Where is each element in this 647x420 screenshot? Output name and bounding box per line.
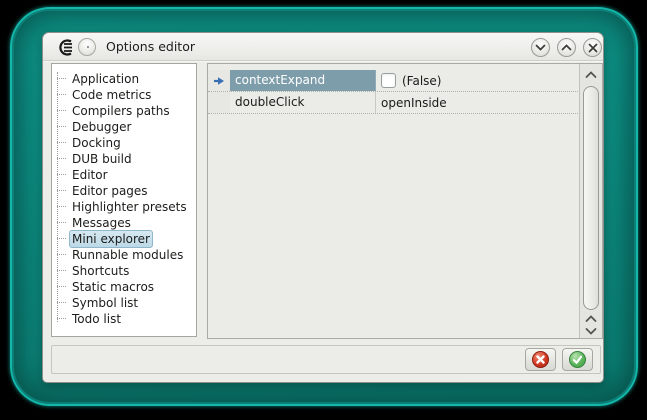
property-grid-rows: contextExpand (False) doubleClick openIn… xyxy=(208,70,578,114)
sidebar-item-static-macros[interactable]: Static macros xyxy=(52,278,196,294)
options-editor-window: Options editor Application xyxy=(42,32,604,383)
tree-branch xyxy=(57,126,66,127)
scrollbar-up-button[interactable] xyxy=(580,69,602,81)
property-name-cell[interactable]: doubleClick xyxy=(230,92,376,113)
property-row-doubleclick[interactable]: doubleClick openInside xyxy=(208,92,578,114)
tree-branch xyxy=(57,110,66,111)
splitter[interactable] xyxy=(197,63,207,337)
cancel-button[interactable] xyxy=(525,348,556,371)
chevron-up-icon xyxy=(561,44,572,51)
chevron-down-icon xyxy=(585,327,597,335)
tree-branch xyxy=(57,286,66,287)
cancel-icon xyxy=(532,351,549,368)
tree-branch xyxy=(57,318,66,319)
tree-branch xyxy=(57,190,66,191)
rollup-button[interactable] xyxy=(557,38,576,57)
tree-branch xyxy=(57,270,66,271)
sidebar-item-symbol-list[interactable]: Symbol list xyxy=(52,294,196,310)
row-marker-arrow-icon xyxy=(213,76,225,86)
sidebar-item-compilers-paths[interactable]: Compilers paths xyxy=(52,102,196,118)
sidebar-item-runnable-modules[interactable]: Runnable modules xyxy=(52,246,196,262)
close-button[interactable] xyxy=(583,38,602,57)
chevron-down-icon xyxy=(535,44,546,51)
coedit-logo-icon xyxy=(55,39,77,56)
grid-scrollbar[interactable] xyxy=(579,64,602,338)
scrollbar-up-button-bottom[interactable] xyxy=(580,313,602,325)
sidebar-item-editor-pages[interactable]: Editor pages xyxy=(52,182,196,198)
tree-branch xyxy=(57,222,66,223)
sidebar-item-code-metrics[interactable]: Code metrics xyxy=(52,86,196,102)
tree-branch xyxy=(57,238,66,239)
tree-branch xyxy=(57,94,66,95)
sidebar-item-dub-build[interactable]: DUB build xyxy=(52,150,196,166)
sidebar-item-mini-explorer[interactable]: Mini explorer xyxy=(52,230,196,246)
property-row-contextexpand[interactable]: contextExpand (False) xyxy=(208,70,578,92)
tree-branch xyxy=(57,142,66,143)
check-icon xyxy=(569,351,586,368)
sidebar-item-docking[interactable]: Docking xyxy=(52,134,196,150)
tree-branch xyxy=(57,254,66,255)
accept-button[interactable] xyxy=(562,348,593,371)
scrollbar-down-button[interactable] xyxy=(580,325,602,337)
window-menu-button[interactable] xyxy=(78,38,96,56)
row-gutter xyxy=(208,92,230,113)
tree-branch xyxy=(57,302,66,303)
shade-button[interactable] xyxy=(531,38,550,57)
sidebar-item-messages[interactable]: Messages xyxy=(52,214,196,230)
sidebar-item-editor[interactable]: Editor xyxy=(52,166,196,182)
tree-branch xyxy=(57,174,66,175)
tree-branch xyxy=(57,78,66,79)
tree-branch xyxy=(57,206,66,207)
menu-dot-icon xyxy=(87,46,89,48)
row-gutter xyxy=(208,70,230,91)
property-value-cell[interactable]: (False) xyxy=(376,70,578,91)
close-icon xyxy=(588,43,598,53)
scrollbar-thumb[interactable] xyxy=(583,86,599,310)
sidebar-item-todo-list[interactable]: Todo list xyxy=(52,310,196,326)
sidebar-item-debugger[interactable]: Debugger xyxy=(52,118,196,134)
titlebar[interactable]: Options editor xyxy=(43,33,603,61)
window-title: Options editor xyxy=(106,33,195,61)
value-checkbox[interactable] xyxy=(381,73,396,88)
value-text: openInside xyxy=(381,96,447,110)
chevron-up-icon xyxy=(585,315,597,323)
categories-tree: Application Code metrics Compilers paths… xyxy=(51,63,197,337)
tree-branch xyxy=(57,158,66,159)
value-text: (False) xyxy=(402,74,442,88)
property-value-cell[interactable]: openInside xyxy=(376,92,578,113)
sidebar-item-application[interactable]: Application xyxy=(52,70,196,86)
sidebar-item-highlighter-presets[interactable]: Highlighter presets xyxy=(52,198,196,214)
tree-items: Application Code metrics Compilers paths… xyxy=(52,70,196,326)
sidebar-item-label: Todo list xyxy=(69,310,124,328)
footer-toolbar xyxy=(51,345,601,374)
sidebar-item-shortcuts[interactable]: Shortcuts xyxy=(52,262,196,278)
property-name-cell[interactable]: contextExpand xyxy=(230,70,376,91)
screen: Options editor Application xyxy=(0,0,647,420)
chevron-up-icon xyxy=(585,71,597,79)
property-grid: contextExpand (False) doubleClick openIn… xyxy=(207,63,603,339)
